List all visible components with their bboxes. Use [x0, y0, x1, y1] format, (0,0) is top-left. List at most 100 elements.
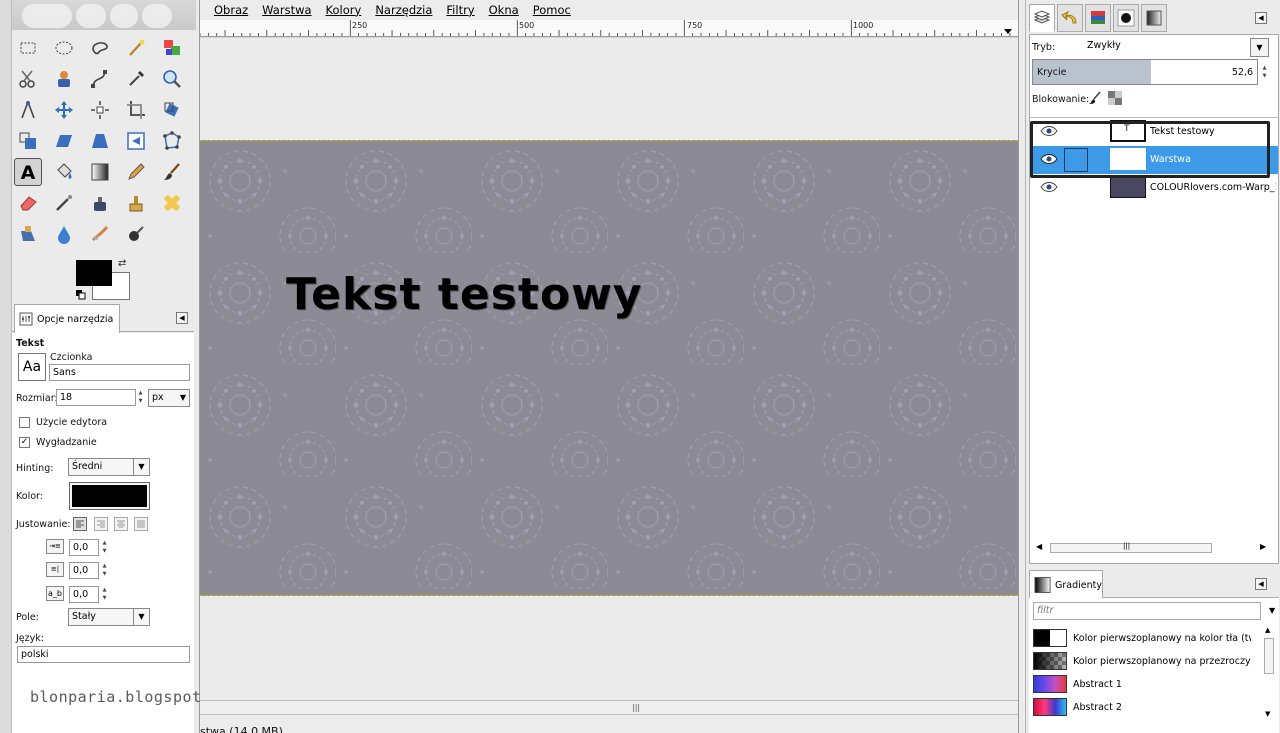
scroll-track[interactable]: ||| [1050, 542, 1212, 553]
move-tool-icon[interactable] [50, 96, 78, 124]
foreground-select-tool-icon[interactable] [50, 65, 78, 93]
use-editor-checkbox[interactable] [19, 417, 30, 428]
menu-pomoc[interactable]: Pomoc [533, 3, 571, 17]
scroll-right-icon[interactable]: ▶ [1260, 542, 1266, 551]
size-input[interactable]: 18 [56, 389, 136, 406]
ink-tool-icon[interactable] [86, 189, 114, 217]
image-canvas[interactable]: Tekst testowy [200, 140, 1018, 596]
canvas-area[interactable]: Tekst testowy [200, 38, 1018, 700]
panel-menu-arrow-icon[interactable]: ◀ [1255, 578, 1267, 590]
tab-gradients-mini[interactable] [1141, 4, 1167, 32]
text-tool-icon[interactable]: A [14, 158, 42, 186]
gradient-item[interactable]: Abstract 1 [1033, 674, 1253, 696]
foreground-color-swatch[interactable] [76, 260, 112, 286]
box-select[interactable]: Stały ▼ [68, 608, 150, 626]
measure-tool-icon[interactable] [14, 96, 42, 124]
canvas-text-layer[interactable]: Tekst testowy [286, 269, 642, 320]
gradient-item[interactable]: Abstract 2 [1033, 697, 1253, 719]
letter-spacing-spinner[interactable]: ▲ ▼ [101, 586, 108, 602]
font-select-button[interactable]: Aa [18, 353, 46, 381]
tab-channels[interactable] [1085, 4, 1111, 32]
line-spacing-input[interactable]: 0,0 [69, 562, 99, 579]
navigate-arrow-icon[interactable] [1004, 29, 1012, 34]
eye-icon[interactable] [1040, 125, 1058, 137]
menu-warstwa[interactable]: Warstwa [262, 3, 311, 17]
airbrush-tool-icon[interactable] [50, 189, 78, 217]
mode-dropdown-arrow-icon[interactable]: ▼ [1250, 38, 1269, 57]
eye-icon[interactable] [1040, 153, 1058, 165]
indent-spinner[interactable]: ▲ ▼ [101, 539, 108, 555]
justify-left-button[interactable] [73, 517, 87, 531]
gradients-vertical-scrollbar[interactable]: ▲ ▼ [1263, 626, 1275, 721]
select-by-color-tool-icon[interactable] [158, 34, 186, 62]
indent-input[interactable]: 0,0 [69, 539, 99, 556]
letter-spacing-input[interactable]: 0,0 [69, 586, 99, 603]
lock-pixels-brush-icon[interactable] [1088, 91, 1102, 105]
menu-filtry[interactable]: Filtry [446, 3, 474, 17]
opacity-spinner[interactable]: ▲ ▼ [1261, 64, 1268, 80]
tab-undo-history[interactable] [1057, 4, 1083, 32]
horizontal-scrollbar[interactable]: ||| [200, 700, 1018, 714]
font-input[interactable]: Sans [49, 364, 190, 381]
menu-narzedzia[interactable]: Narzędzia [375, 3, 432, 17]
crop-tool-icon[interactable] [122, 96, 150, 124]
scale-tool-icon[interactable] [14, 127, 42, 155]
menu-obraz[interactable]: Obraz [214, 3, 248, 17]
zoom-tool-icon[interactable] [158, 65, 186, 93]
horizontal-ruler[interactable]: 250 500 750 1000 [200, 20, 1018, 37]
layer-row-text[interactable]: T Tekst testowy [1030, 118, 1278, 146]
lock-alpha-checker-icon[interactable] [1108, 91, 1122, 105]
gradient-item[interactable]: Kolor pierwszoplanowy na przezroczysty [1033, 651, 1253, 673]
scissors-select-tool-icon[interactable] [14, 65, 42, 93]
paintbrush-tool-icon[interactable] [158, 158, 186, 186]
tab-tool-options[interactable]: Opcje narzędzia [14, 304, 120, 333]
flip-tool-icon[interactable] [122, 127, 150, 155]
layer-row-warstwa[interactable]: Warstwa [1030, 146, 1278, 174]
tab-brushes[interactable] [1113, 4, 1139, 32]
layers-horizontal-scrollbar[interactable]: ◀ ||| ▶ [1034, 541, 1276, 555]
justify-center-button[interactable] [114, 517, 128, 531]
align-tool-icon[interactable] [86, 96, 114, 124]
justify-fill-button[interactable] [134, 517, 148, 531]
mode-select[interactable]: Zwykły [1084, 38, 1270, 56]
panel-menu-arrow-icon[interactable]: ◀ [1255, 12, 1267, 24]
hinting-select[interactable]: Średni ▼ [68, 458, 150, 476]
blend-tool-icon[interactable] [86, 158, 114, 186]
fuzzy-select-tool-icon[interactable] [122, 34, 150, 62]
tab-layers[interactable] [1029, 4, 1055, 32]
eye-icon[interactable] [1040, 181, 1058, 193]
paths-tool-icon[interactable] [86, 65, 114, 93]
chevron-down-icon[interactable]: ▼ [1269, 606, 1275, 615]
panel-menu-arrow-icon[interactable]: ◀ [176, 312, 188, 324]
unit-select[interactable]: px ▼ [148, 389, 190, 407]
clone-tool-icon[interactable] [122, 189, 150, 217]
justify-right-button[interactable] [94, 517, 108, 531]
scroll-left-icon[interactable]: ◀ [1036, 542, 1042, 551]
pencil-tool-icon[interactable] [122, 158, 150, 186]
menu-kolory[interactable]: Kolory [326, 3, 362, 17]
shear-tool-icon[interactable] [50, 127, 78, 155]
tab-gradients[interactable]: Gradienty [1029, 570, 1103, 599]
reset-colors-icon[interactable] [76, 290, 86, 300]
text-color-button[interactable] [69, 482, 150, 510]
swap-colors-icon[interactable]: ⇄ [118, 258, 130, 270]
gradient-item[interactable]: Kolor pierwszoplanowy na kolor tła (twar… [1033, 628, 1253, 650]
perspective-tool-icon[interactable] [86, 127, 114, 155]
perspective-clone-tool-icon[interactable] [14, 220, 42, 248]
color-picker-tool-icon[interactable] [122, 65, 150, 93]
menu-okna[interactable]: Okna [489, 3, 519, 17]
fg-bg-colors[interactable]: ⇄ [74, 258, 134, 304]
bucket-fill-tool-icon[interactable] [50, 158, 78, 186]
blur-sharpen-tool-icon[interactable] [50, 220, 78, 248]
opacity-slider[interactable]: Krycie 52,6 [1032, 59, 1258, 85]
ellipse-select-tool-icon[interactable] [50, 34, 78, 62]
rotate-tool-icon[interactable] [158, 96, 186, 124]
antialias-checkbox[interactable]: ✓ [19, 437, 30, 448]
cage-transform-tool-icon[interactable] [158, 127, 186, 155]
line-spacing-spinner[interactable]: ▲ ▼ [101, 562, 108, 578]
smudge-tool-icon[interactable] [86, 220, 114, 248]
rect-select-tool-icon[interactable] [14, 34, 42, 62]
heal-tool-icon[interactable] [158, 189, 186, 217]
free-select-tool-icon[interactable] [86, 34, 114, 62]
layer-row-background[interactable]: COLOURlovers.com-Warp_1 [1030, 174, 1278, 202]
